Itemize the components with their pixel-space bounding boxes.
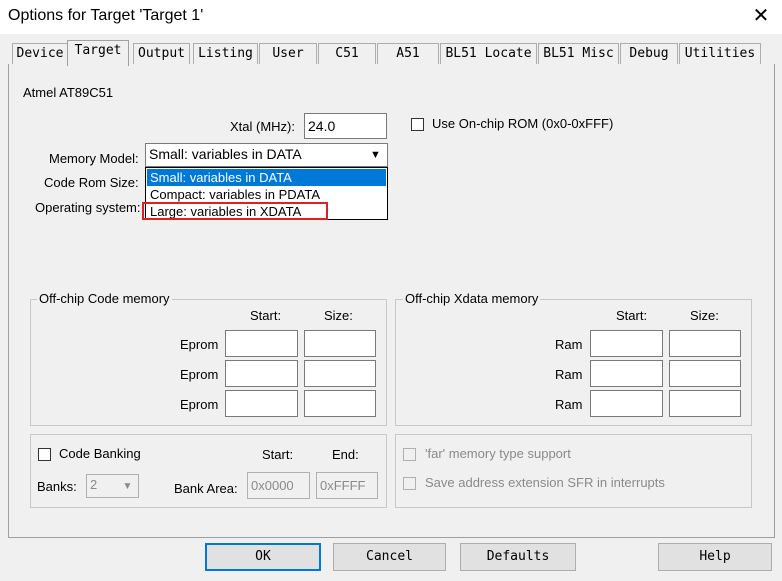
eprom-label: Eprom xyxy=(180,397,219,412)
eprom-size-input[interactable] xyxy=(304,390,376,417)
code-start-header: Start: xyxy=(250,308,282,323)
save-sfr-label: Save address extension SFR in interrupts xyxy=(425,475,665,490)
xtal-label: Xtal (MHz): xyxy=(230,119,295,134)
memory-model-option-small[interactable]: Small: variables in DATA xyxy=(147,169,386,186)
save-sfr-checkbox[interactable] xyxy=(403,477,416,490)
xdata-size-header: Size: xyxy=(690,308,719,323)
far-memory-label: 'far' memory type support xyxy=(425,446,571,461)
banks-label: Banks: xyxy=(37,479,77,494)
ram-label: Ram xyxy=(555,367,583,382)
operating-system-label: Operating system: xyxy=(35,200,141,215)
tab-debug[interactable]: Debug xyxy=(620,43,678,64)
code-rom-size-label: Code Rom Size: xyxy=(44,175,139,190)
bank-area-label: Bank Area: xyxy=(174,481,238,496)
bank-start-input[interactable]: 0x0000 xyxy=(247,472,310,499)
cancel-button[interactable]: Cancel xyxy=(333,543,446,571)
onchip-rom-label: Use On-chip ROM (0x0-0xFFF) xyxy=(432,116,614,131)
bank-start-header: Start: xyxy=(262,447,294,462)
code-size-header: Size: xyxy=(324,308,353,323)
tab-bl51-misc[interactable]: BL51 Misc xyxy=(538,43,619,64)
memory-model-label: Memory Model: xyxy=(49,151,139,166)
banks-value: 2 xyxy=(90,477,98,492)
highlight-box xyxy=(142,202,328,220)
title-bar: Options for Target 'Target 1' ✕ xyxy=(0,0,782,34)
xtal-input[interactable] xyxy=(304,113,387,139)
ok-button[interactable]: OK xyxy=(205,543,321,571)
ram-label: Ram xyxy=(555,337,583,352)
defaults-button[interactable]: Defaults xyxy=(460,543,576,571)
eprom-start-input[interactable] xyxy=(225,390,298,417)
bank-end-input[interactable]: 0xFFFF xyxy=(316,472,378,499)
ram-size-input[interactable] xyxy=(669,330,741,357)
eprom-size-input[interactable] xyxy=(304,330,376,357)
tab-utilities[interactable]: Utilities xyxy=(679,43,761,64)
ram-size-input[interactable] xyxy=(669,360,741,387)
bank-end-header: End: xyxy=(332,447,359,462)
onchip-rom-checkbox[interactable] xyxy=(411,118,424,131)
code-banking-checkbox[interactable] xyxy=(38,448,51,461)
memory-model-selected: Small: variables in DATA xyxy=(149,146,302,162)
code-banking-label: Code Banking xyxy=(59,446,141,461)
far-memory-checkbox[interactable] xyxy=(403,448,416,461)
tab-listing[interactable]: Listing xyxy=(193,43,258,64)
chevron-down-icon: ▼ xyxy=(122,481,133,492)
xdata-memory-legend: Off-chip Xdata memory xyxy=(403,291,541,306)
eprom-start-input[interactable] xyxy=(225,330,298,357)
tab-user[interactable]: User xyxy=(259,43,317,64)
xdata-start-header: Start: xyxy=(616,308,648,323)
device-name: Atmel AT89C51 xyxy=(23,85,114,100)
tab-a51[interactable]: A51 xyxy=(377,43,439,64)
ram-start-input[interactable] xyxy=(590,330,663,357)
tab-target[interactable]: Target xyxy=(67,40,129,66)
tab-c51[interactable]: C51 xyxy=(318,43,376,64)
tab-bl51-locate[interactable]: BL51 Locate xyxy=(440,43,537,64)
eprom-size-input[interactable] xyxy=(304,360,376,387)
chevron-down-icon[interactable]: ▼ xyxy=(366,146,385,164)
eprom-start-input[interactable] xyxy=(225,360,298,387)
eprom-label: Eprom xyxy=(180,367,219,382)
window-title: Options for Target 'Target 1' xyxy=(8,7,204,24)
help-button[interactable]: Help xyxy=(658,543,772,571)
ram-start-input[interactable] xyxy=(590,390,663,417)
ram-label: Ram xyxy=(555,397,583,412)
eprom-label: Eprom xyxy=(180,337,219,352)
ram-size-input[interactable] xyxy=(669,390,741,417)
close-icon[interactable]: ✕ xyxy=(750,4,772,28)
tab-output[interactable]: Output xyxy=(133,43,190,64)
code-memory-legend: Off-chip Code memory xyxy=(37,291,172,306)
ram-start-input[interactable] xyxy=(590,360,663,387)
memory-model-select[interactable]: Small: variables in DATA xyxy=(145,143,388,167)
tab-device[interactable]: Device xyxy=(12,43,68,64)
memory-model-option-compact[interactable]: Compact: variables in PDATA xyxy=(147,186,386,203)
